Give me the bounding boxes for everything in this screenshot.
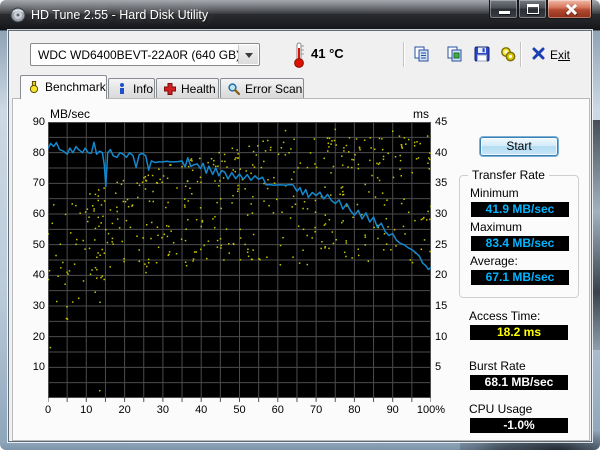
x-axis-tick: 70 xyxy=(309,404,323,416)
minimum-value: 41.9 MB/sec xyxy=(471,202,569,217)
tab-health[interactable]: Health xyxy=(156,78,219,99)
app-window: HD Tune 2.55 - Hard Disk Utility WDC WD6… xyxy=(0,0,600,450)
tab-label: Benchmark xyxy=(45,80,106,94)
minimize-button[interactable] xyxy=(489,0,518,19)
tab-info[interactable]: Info xyxy=(108,78,155,99)
burst-rate-value: 68.1 MB/sec xyxy=(470,375,568,390)
left-axis-tick: 40 xyxy=(32,269,45,282)
left-axis-tick: 90 xyxy=(32,116,45,128)
copy-text-button[interactable] xyxy=(413,45,431,63)
exit-label-accel: xit xyxy=(558,48,571,62)
x-axis-tick: 0 xyxy=(44,404,52,416)
maximum-label: Maximum xyxy=(470,220,523,234)
x-axis-tick: 50 xyxy=(233,404,246,416)
transfer-rate-group: Transfer Rate Minimum 41.9 MB/sec Maximu… xyxy=(459,168,579,298)
right-axis-tick: 40 xyxy=(435,146,448,159)
left-axis-tick: 10 xyxy=(32,361,45,374)
app-icon xyxy=(10,7,26,23)
close-button[interactable] xyxy=(547,0,592,19)
access-time-label: Access Time: xyxy=(469,309,541,323)
error-scan-icon xyxy=(228,83,241,96)
health-icon xyxy=(164,83,176,95)
x-axis-tick: 30 xyxy=(156,404,170,416)
right-axis-title: ms xyxy=(413,107,429,121)
right-axis-tick: 15 xyxy=(435,300,448,312)
left-axis-tick: 50 xyxy=(32,238,45,251)
left-axis-title: MB/sec xyxy=(50,107,91,121)
title-bar: HD Tune 2.55 - Hard Disk Utility xyxy=(0,0,600,30)
benchmark-icon xyxy=(29,81,39,94)
drive-selector-value: WDC WD6400BEVT-22A0R (640 GB) xyxy=(38,48,241,62)
maximum-value: 83.4 MB/sec xyxy=(471,236,569,251)
client-area: WDC WD6400BEVT-22A0R (640 GB) 41 °C Exit… xyxy=(8,30,592,442)
left-axis-tick: 60 xyxy=(32,208,45,220)
info-icon xyxy=(120,83,124,94)
x-axis-tick: 90 xyxy=(386,404,399,416)
x-axis-tick: 10 xyxy=(80,404,93,416)
minimum-label: Minimum xyxy=(470,186,519,200)
tab-label: Error Scan xyxy=(245,82,303,96)
chevron-down-icon xyxy=(245,53,253,58)
tab-label: Info xyxy=(133,82,154,96)
copy-image-button[interactable] xyxy=(446,45,464,63)
temperature-value: 41 °C xyxy=(311,46,344,61)
access-time-value: 18.2 ms xyxy=(470,325,568,340)
cpu-usage-value: -1.0% xyxy=(470,418,568,433)
exit-button[interactable]: Exit xyxy=(550,48,570,62)
thermometer-icon xyxy=(294,42,304,68)
left-axis-tick: 70 xyxy=(32,177,45,190)
close-icon xyxy=(564,3,577,16)
tab-error-scan[interactable]: Error Scan xyxy=(220,78,304,99)
x-axis-tick: 80 xyxy=(348,404,361,416)
x-axis-tick: 100% xyxy=(416,404,446,416)
toolbar-separator xyxy=(403,42,404,67)
window-title: HD Tune 2.55 - Hard Disk Utility xyxy=(31,8,209,22)
minimize-icon xyxy=(499,11,510,14)
average-value: 67.1 MB/sec xyxy=(471,270,569,285)
drive-selector[interactable]: WDC WD6400BEVT-22A0R (640 GB) xyxy=(30,43,260,66)
cpu-usage-label: CPU Usage xyxy=(469,402,533,416)
drive-selector-dropdown-button[interactable] xyxy=(238,45,258,64)
right-axis-tick: 45 xyxy=(435,116,448,128)
right-axis-tick: 10 xyxy=(435,330,448,343)
right-axis-tick: 5 xyxy=(435,361,442,374)
benchmark-chart xyxy=(48,122,431,402)
save-button[interactable] xyxy=(473,45,491,63)
window-frame-reflection xyxy=(592,120,600,350)
exit-icon[interactable] xyxy=(532,47,545,60)
start-button[interactable]: Start xyxy=(480,137,558,156)
left-axis-tick: 30 xyxy=(32,300,45,312)
x-axis-tick: 40 xyxy=(195,404,208,416)
x-axis-tick: 60 xyxy=(271,404,284,416)
exit-label-prefix: E xyxy=(550,48,559,62)
maximize-icon xyxy=(527,4,539,14)
toolbar-separator xyxy=(520,42,521,67)
left-axis-tick: 20 xyxy=(32,330,45,343)
tab-benchmark[interactable]: Benchmark xyxy=(20,75,107,99)
left-axis-tick: 80 xyxy=(32,146,45,159)
benchmark-page: MB/sec ms 90 80 70 60 50 40 30 20 10 45 40 35 30 25 2… xyxy=(12,98,590,441)
transfer-rate-title: Transfer Rate xyxy=(468,168,549,182)
x-axis-tick: 20 xyxy=(118,404,131,416)
options-button[interactable] xyxy=(499,45,517,63)
burst-rate-label: Burst Rate xyxy=(469,359,526,373)
average-label: Average: xyxy=(470,254,518,268)
maximize-button[interactable] xyxy=(518,0,547,19)
tab-label: Health xyxy=(181,82,216,96)
